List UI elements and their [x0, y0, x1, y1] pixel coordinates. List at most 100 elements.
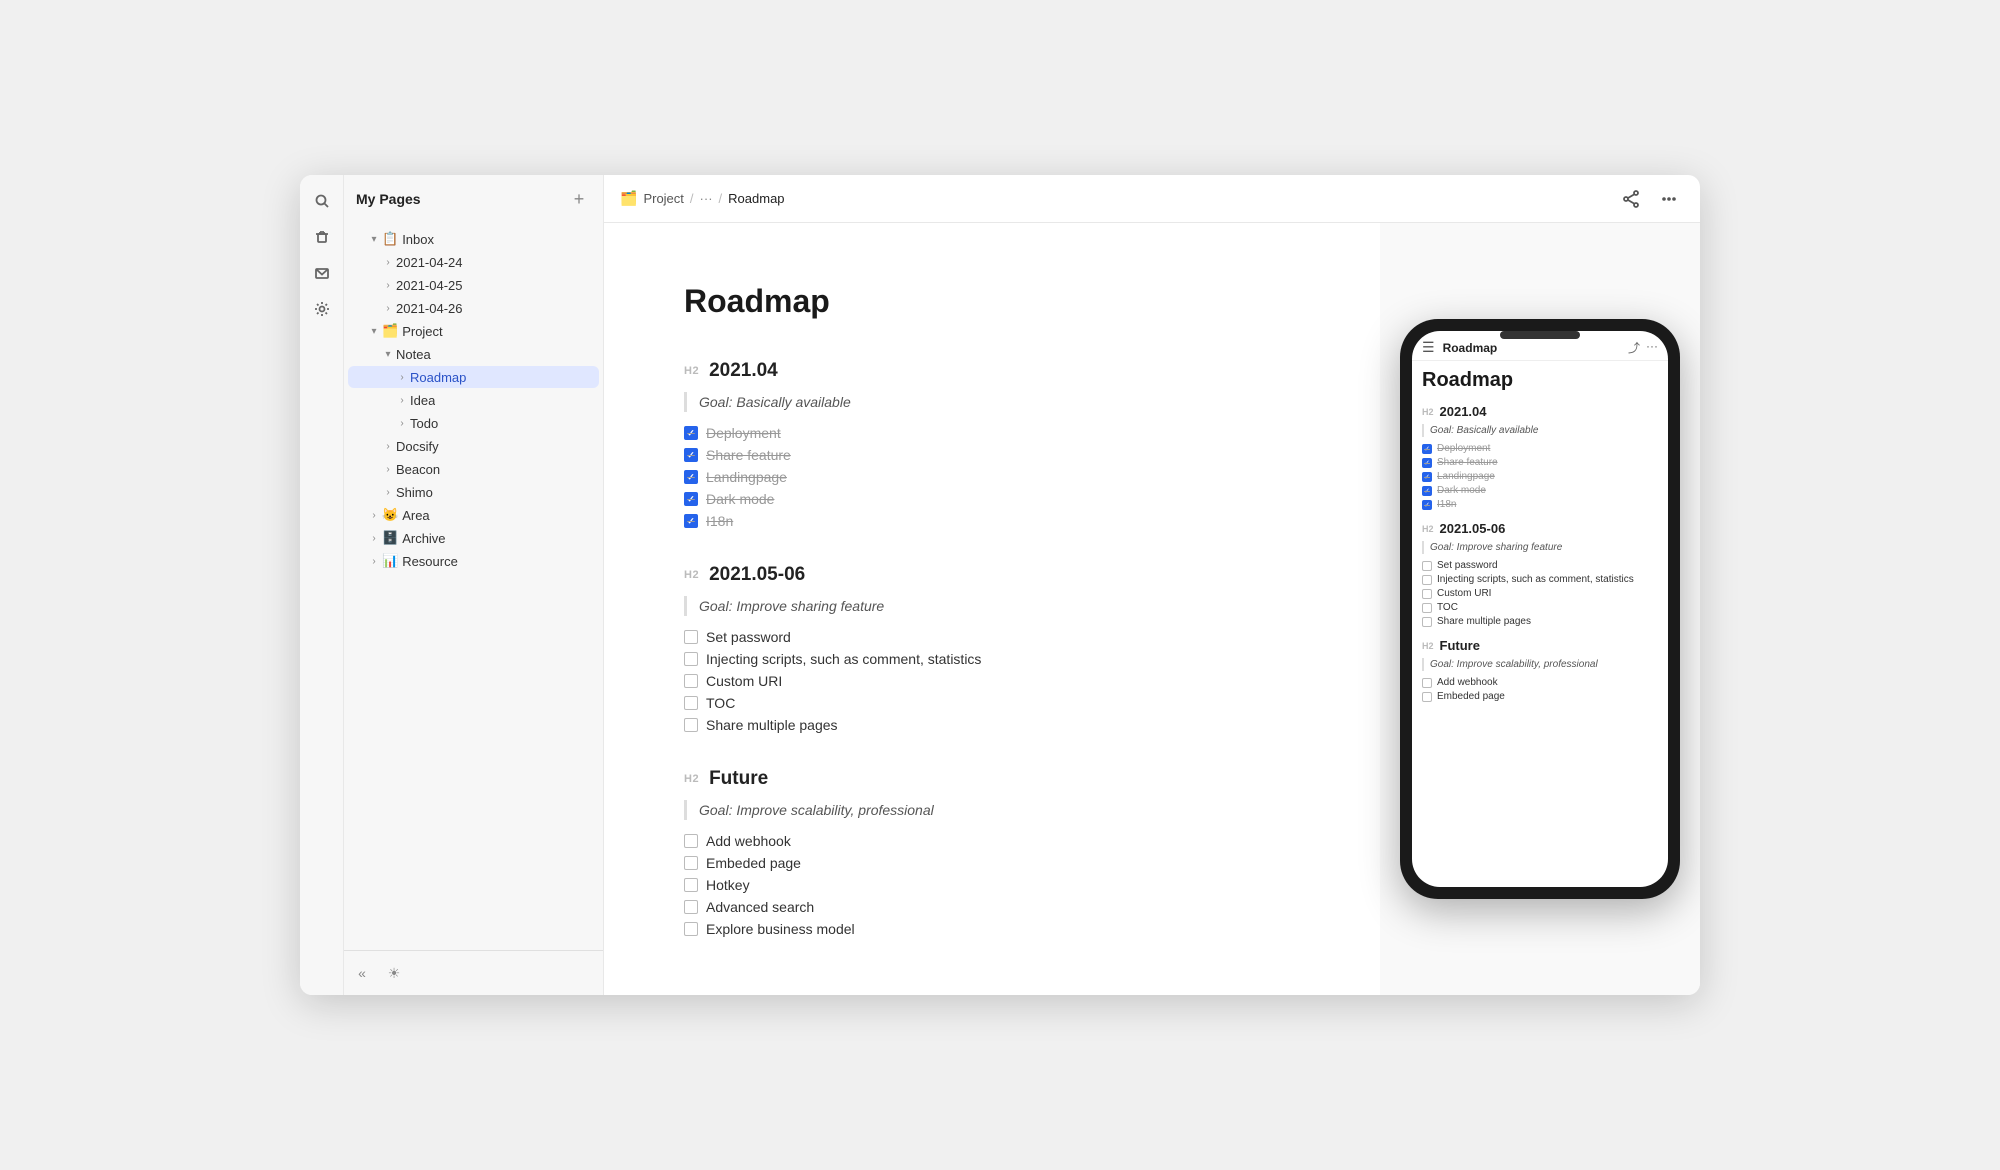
list-item: Advanced search	[684, 896, 1300, 918]
settings-button[interactable]	[306, 293, 338, 325]
sidebar-header: My Pages +	[344, 175, 603, 223]
checkbox-dark-mode[interactable]	[684, 492, 698, 506]
checkbox-hotkey[interactable]	[684, 878, 698, 892]
checkbox-explore-business[interactable]	[684, 922, 698, 936]
sidebar-item-inbox[interactable]: ▾ 📋 Inbox	[348, 228, 599, 250]
collapse-sidebar-button[interactable]: «	[348, 959, 376, 987]
icon-rail	[300, 175, 344, 995]
phone-screen: ☰ Roadmap ⤴ ··· Roadmap	[1412, 331, 1668, 887]
sidebar-title: My Pages	[356, 191, 421, 207]
sidebar-item-docsify[interactable]: › Docsify	[348, 435, 599, 457]
sidebar-item-shimo[interactable]: › Shimo	[348, 481, 599, 503]
list-item: I18n	[684, 510, 1300, 532]
breadcrumb-project[interactable]: Project	[643, 191, 683, 206]
doc-list-2021-05-06: Set password Injecting scripts, such as …	[684, 626, 1300, 736]
checkbox-advanced-search[interactable]	[684, 900, 698, 914]
chevron-down-icon: ▾	[366, 323, 382, 339]
doc-section-future: H2 Future Goal: Improve scalability, pro…	[684, 768, 1300, 940]
breadcrumb-current: Roadmap	[728, 191, 784, 206]
phone-notch	[1500, 331, 1580, 339]
breadcrumb-separator-1: /	[690, 191, 694, 206]
checkbox-add-webhook[interactable]	[684, 834, 698, 848]
chevron-right-icon: ›	[380, 484, 396, 500]
doc-heading-2021-05-06: H2 2021.05-06	[684, 564, 1300, 586]
trash-button[interactable]	[306, 221, 338, 253]
chevron-down-icon: ▾	[380, 346, 396, 362]
phone-list-item: Share multiple pages	[1422, 614, 1658, 628]
checkbox-deployment[interactable]	[684, 426, 698, 440]
checkbox-share-multiple[interactable]	[684, 718, 698, 732]
sidebar-label-todo: Todo	[410, 416, 438, 431]
theme-toggle-button[interactable]: ☀	[380, 959, 408, 987]
list-item: TOC	[684, 692, 1300, 714]
phone-quote-future: Goal: Improve scalability, professional	[1422, 658, 1658, 671]
sidebar-label-beacon: Beacon	[396, 462, 440, 477]
mail-button[interactable]	[306, 257, 338, 289]
sidebar-item-2021-04-26[interactable]: › 2021-04-26	[348, 297, 599, 319]
phone-quote-2021-04: Goal: Basically available	[1422, 424, 1658, 437]
phone-list-item: Add webhook	[1422, 675, 1658, 689]
phone-page-title: Roadmap	[1443, 341, 1628, 355]
chevron-right-icon: ›	[380, 277, 396, 293]
checkbox-set-password[interactable]	[684, 630, 698, 644]
sidebar-label-notea: Notea	[396, 347, 431, 362]
list-item: Hotkey	[684, 874, 1300, 896]
share-button[interactable]	[1616, 184, 1646, 214]
phone-heading-future: H2 Future	[1422, 638, 1658, 653]
checkbox-injecting-scripts[interactable]	[684, 652, 698, 666]
checkbox-i18n[interactable]	[684, 514, 698, 528]
sidebar-label-docsify: Docsify	[396, 439, 439, 454]
document-title: Roadmap	[684, 283, 1300, 320]
list-item: Deployment	[684, 422, 1300, 444]
checkbox-embeded-page[interactable]	[684, 856, 698, 870]
sidebar-label-resource: Resource	[402, 554, 458, 569]
sidebar-item-notea[interactable]: ▾ Notea	[348, 343, 599, 365]
list-item: Injecting scripts, such as comment, stat…	[684, 648, 1300, 670]
checkbox-toc[interactable]	[684, 696, 698, 710]
phone-list-item: Injecting scripts, such as comment, stat…	[1422, 572, 1658, 586]
phone-list-item: Share feature	[1422, 455, 1658, 469]
breadcrumb-more[interactable]: ···	[700, 191, 713, 206]
phone-content: Roadmap H2 2021.04 Goal: Basically avail…	[1412, 361, 1668, 887]
sidebar-item-archive[interactable]: › 🗄️ Archive	[348, 527, 599, 549]
chevron-down-icon: ▾	[366, 231, 382, 247]
list-item: Dark mode	[684, 488, 1300, 510]
phone-share-icon: ⤴	[1628, 339, 1640, 356]
sidebar-item-2021-04-24[interactable]: › 2021-04-24	[348, 251, 599, 273]
sidebar-item-resource[interactable]: › 📊 Resource	[348, 550, 599, 572]
sidebar-item-beacon[interactable]: › Beacon	[348, 458, 599, 480]
sidebar-item-roadmap[interactable]: › Roadmap	[348, 366, 599, 388]
phone-section-2021-04: H2 2021.04 Goal: Basically available Dep…	[1422, 404, 1658, 511]
app-window: My Pages + ▾ 📋 Inbox › 2021-04-24 › 2021…	[300, 175, 1700, 995]
phone-heading-2021-05-06: H2 2021.05-06	[1422, 521, 1658, 536]
sidebar-item-area[interactable]: › 😺 Area	[348, 504, 599, 526]
chevron-right-icon: ›	[380, 300, 396, 316]
add-page-button[interactable]: +	[567, 187, 591, 211]
list-item: Add webhook	[684, 830, 1300, 852]
search-button[interactable]	[306, 185, 338, 217]
phone-frame: ☰ Roadmap ⤴ ··· Roadmap	[1400, 319, 1680, 899]
h2-text-future: Future	[709, 768, 768, 790]
phone-action-icons: ⤴ ···	[1628, 339, 1658, 356]
checkbox-custom-uri[interactable]	[684, 674, 698, 688]
phone-preview: ☰ Roadmap ⤴ ··· Roadmap	[1380, 223, 1700, 995]
phone-section-2021-05-06: H2 2021.05-06 Goal: Improve sharing feat…	[1422, 521, 1658, 628]
sidebar-item-2021-04-25[interactable]: › 2021-04-25	[348, 274, 599, 296]
doc-quote-2021-05-06: Goal: Improve sharing feature	[684, 596, 1300, 616]
breadcrumb: 🗂️ Project / ··· / Roadmap	[620, 190, 785, 207]
more-options-button[interactable]	[1654, 184, 1684, 214]
sidebar-label-2021-04-26: 2021-04-26	[396, 301, 463, 316]
chevron-right-icon: ›	[366, 530, 382, 546]
phone-list-item: Landingpage	[1422, 469, 1658, 483]
doc-section-2021-05-06: H2 2021.05-06 Goal: Improve sharing feat…	[684, 564, 1300, 736]
sidebar-item-todo[interactable]: › Todo	[348, 412, 599, 434]
checkbox-share-feature[interactable]	[684, 448, 698, 462]
h2-text-2021-04: 2021.04	[709, 360, 778, 382]
list-item: Custom URI	[684, 670, 1300, 692]
sidebar-item-idea[interactable]: › Idea	[348, 389, 599, 411]
checkbox-landingpage[interactable]	[684, 470, 698, 484]
sidebar-item-project[interactable]: ▾ 🗂️ Project	[348, 320, 599, 342]
phone-list-item: Set password	[1422, 558, 1658, 572]
phone-list-item: Deployment	[1422, 441, 1658, 455]
chevron-right-icon: ›	[380, 254, 396, 270]
